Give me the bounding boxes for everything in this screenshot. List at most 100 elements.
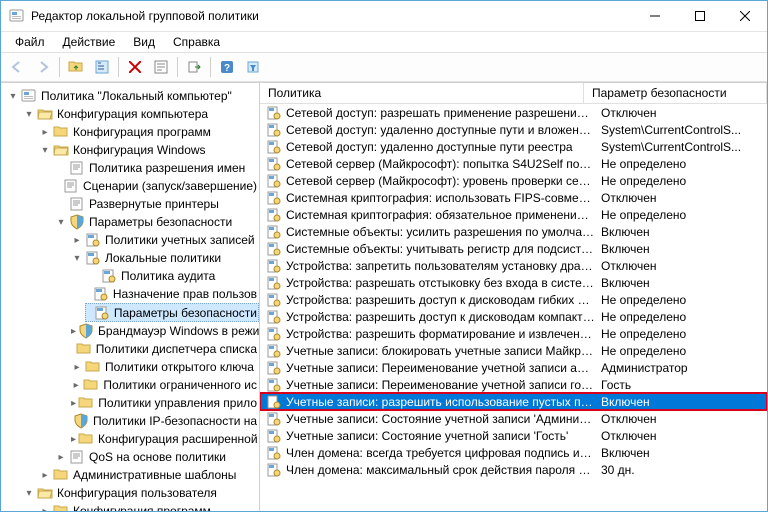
- filter-button[interactable]: [241, 55, 265, 79]
- tree-security-options[interactable]: Параметры безопасности: [85, 303, 259, 322]
- policy-name: Сетевой сервер (Майкрософт): попытка S4U…: [286, 157, 595, 171]
- expand-icon[interactable]: ▸: [71, 379, 81, 391]
- menu-file[interactable]: Файл: [7, 33, 53, 51]
- tree-network-list[interactable]: Политики диспетчера списка: [69, 340, 259, 358]
- policy-row[interactable]: Устройства: разрешать отстыковку без вхо…: [260, 274, 767, 291]
- delete-button[interactable]: [123, 55, 147, 79]
- menu-view[interactable]: Вид: [125, 33, 163, 51]
- collapse-icon[interactable]: ▾: [55, 216, 67, 228]
- help-button[interactable]: ?: [215, 55, 239, 79]
- policy-row[interactable]: Сетевой доступ: удаленно доступные пути …: [260, 121, 767, 138]
- policy-row[interactable]: Учетные записи: Переименование учетной з…: [260, 376, 767, 393]
- column-policy[interactable]: Политика: [260, 83, 584, 103]
- policy-row[interactable]: Устройства: разрешить форматирование и и…: [260, 325, 767, 342]
- collapse-icon[interactable]: ▾: [39, 144, 51, 156]
- expand-icon[interactable]: ▸: [71, 361, 83, 373]
- expand-icon[interactable]: ▸: [71, 325, 76, 337]
- expand-icon[interactable]: ▸: [55, 451, 67, 463]
- policy-row[interactable]: Устройства: разрешить доступ к дисковода…: [260, 308, 767, 325]
- collapse-icon[interactable]: ▾: [7, 90, 19, 102]
- collapse-icon[interactable]: ▾: [23, 108, 35, 120]
- collapse-icon[interactable]: ▾: [71, 252, 83, 264]
- policy-row[interactable]: Системная криптография: обязательное при…: [260, 206, 767, 223]
- tree-qos[interactable]: ▸QoS на основе политики: [53, 448, 259, 466]
- tree-windows-config[interactable]: ▾Конфигурация Windows: [37, 141, 259, 159]
- expand-icon[interactable]: ▸: [71, 397, 76, 409]
- tree-user-config[interactable]: ▾Конфигурация пользователя: [21, 484, 259, 502]
- window-title: Редактор локальной групповой политики: [31, 9, 632, 23]
- properties-button[interactable]: [149, 55, 173, 79]
- policy-row[interactable]: Устройства: запретить пользователям уста…: [260, 257, 767, 274]
- policy-row[interactable]: Системные объекты: усилить разрешения по…: [260, 223, 767, 240]
- up-button[interactable]: [64, 55, 88, 79]
- list-body[interactable]: Сетевой доступ: разрешать применение раз…: [260, 104, 767, 511]
- back-button[interactable]: [5, 55, 29, 79]
- policy-name: Устройства: разрешить форматирование и и…: [286, 327, 595, 341]
- expand-icon[interactable]: ▸: [39, 126, 51, 138]
- tree-name-resolution[interactable]: Политика разрешения имен: [53, 159, 259, 177]
- tree-program-config[interactable]: ▸Конфигурация программ: [37, 123, 259, 141]
- tree-advanced-audit[interactable]: ▸Конфигурация расширенной: [69, 430, 259, 448]
- export-button[interactable]: [182, 55, 206, 79]
- folder-icon: [53, 467, 69, 483]
- tree-admin-templates[interactable]: ▸Административные шаблоны: [37, 466, 259, 484]
- tree-account-policies[interactable]: ▸Политики учетных записей: [69, 231, 259, 249]
- menu-help[interactable]: Справка: [165, 33, 228, 51]
- tree-ipsec[interactable]: Политики IP-безопасности на: [69, 412, 259, 430]
- folder-icon: [85, 359, 101, 375]
- tree-security-settings[interactable]: ▾Параметры безопасности: [53, 213, 259, 231]
- policy-name: Системные объекты: усилить разрешения по…: [286, 225, 595, 239]
- tree-local-policies[interactable]: ▾Локальные политики: [69, 249, 259, 267]
- policy-icon: [94, 305, 110, 321]
- tree-public-key[interactable]: ▸Политики открытого ключа: [69, 358, 259, 376]
- policy-row[interactable]: Учетные записи: Состояние учетной записи…: [260, 410, 767, 427]
- tree-program-config-2[interactable]: ▸Конфигурация программ: [37, 502, 259, 511]
- tree-app-control[interactable]: ▸Политики управления прило: [69, 394, 259, 412]
- policy-row[interactable]: Учетные записи: Состояние учетной записи…: [260, 427, 767, 444]
- policy-row[interactable]: Сетевой доступ: удаленно доступные пути …: [260, 138, 767, 155]
- policy-item-icon: [266, 156, 282, 172]
- tree-computer-config[interactable]: ▾ Конфигурация компьютера: [21, 105, 259, 123]
- policy-row[interactable]: Системная криптография: использовать FIP…: [260, 189, 767, 206]
- tree-printers[interactable]: Развернутые принтеры: [53, 195, 259, 213]
- policy-row[interactable]: Сетевой сервер (Майкрософт): попытка S4U…: [260, 155, 767, 172]
- column-security-param[interactable]: Параметр безопасности: [584, 83, 767, 103]
- tree-root[interactable]: ▾ Политика "Локальный компьютер": [5, 87, 259, 105]
- policy-row[interactable]: Учетные записи: разрешить использование …: [260, 393, 767, 410]
- policy-value: Отключен: [595, 191, 767, 205]
- policy-value: Администратор: [595, 361, 767, 375]
- close-button[interactable]: [722, 1, 767, 31]
- policy-item-icon: [266, 411, 282, 427]
- tree-scripts[interactable]: Сценарии (запуск/завершение): [53, 177, 259, 195]
- policy-row[interactable]: Сетевой сервер (Майкрософт): уровень про…: [260, 172, 767, 189]
- tree-user-rights[interactable]: Назначение прав пользов: [85, 285, 259, 303]
- expand-icon[interactable]: ▸: [39, 505, 51, 511]
- collapse-icon[interactable]: ▾: [23, 487, 35, 499]
- policy-row[interactable]: Учетные записи: Переименование учетной з…: [260, 359, 767, 376]
- policy-icon: [85, 250, 101, 266]
- tree-pane[interactable]: ▾ Политика "Локальный компьютер" ▾ Конфи…: [1, 83, 260, 511]
- tree-audit-policy[interactable]: Политика аудита: [85, 267, 259, 285]
- policy-item-icon: [266, 462, 282, 478]
- forward-button[interactable]: [31, 55, 55, 79]
- menu-action[interactable]: Действие: [55, 33, 124, 51]
- expand-icon[interactable]: ▸: [39, 469, 51, 481]
- policy-row[interactable]: Устройства: разрешить доступ к дисковода…: [260, 291, 767, 308]
- expand-icon[interactable]: ▸: [71, 234, 83, 246]
- expand-icon[interactable]: ▸: [71, 433, 76, 445]
- policy-row[interactable]: Член домена: максимальный срок действия …: [260, 461, 767, 478]
- policy-value: Отключен: [595, 259, 767, 273]
- policy-row[interactable]: Учетные записи: блокировать учетные запи…: [260, 342, 767, 359]
- maximize-button[interactable]: [677, 1, 722, 31]
- policy-row[interactable]: Сетевой доступ: разрешать применение раз…: [260, 104, 767, 121]
- tree-firewall[interactable]: ▸Брандмауэр Windows в режи: [69, 322, 259, 340]
- policy-row[interactable]: Член домена: всегда требуется цифровая п…: [260, 444, 767, 461]
- policy-name: Сетевой сервер (Майкрософт): уровень про…: [286, 174, 595, 188]
- show-tree-button[interactable]: [90, 55, 114, 79]
- folder-open-icon: [37, 485, 53, 501]
- tree-software-restriction[interactable]: ▸Политики ограниченного ис: [69, 376, 259, 394]
- policy-row[interactable]: Системные объекты: учитывать регистр для…: [260, 240, 767, 257]
- minimize-button[interactable]: [632, 1, 677, 31]
- policy-item-icon: [266, 428, 282, 444]
- policy-item-icon: [266, 445, 282, 461]
